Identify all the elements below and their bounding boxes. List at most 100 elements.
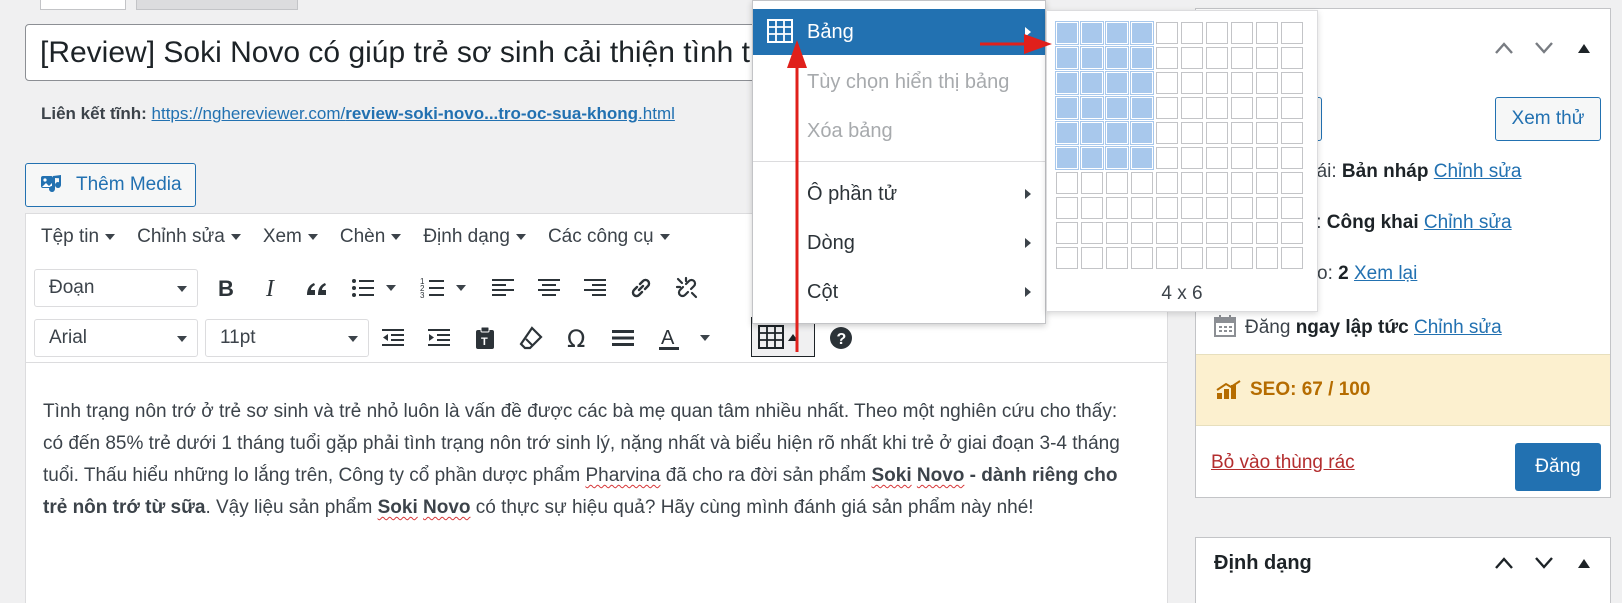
table-size-cell[interactable] [1131,222,1153,244]
permalink-link[interactable]: https://nghereviewer.com/review-soki-nov… [152,104,675,123]
table-size-cell[interactable] [1081,122,1103,144]
table-size-cell[interactable] [1156,147,1178,169]
table-size-cell[interactable] [1206,22,1228,44]
table-size-cell[interactable] [1206,197,1228,219]
table-size-cell[interactable] [1131,22,1153,44]
table-size-cell[interactable] [1156,97,1178,119]
table-size-cell[interactable] [1256,197,1278,219]
table-size-cell[interactable] [1281,22,1303,44]
table-size-cell[interactable] [1281,147,1303,169]
table-size-cell[interactable] [1106,122,1128,144]
table-size-cell[interactable] [1181,97,1203,119]
menu-item-cell[interactable]: Ô phần tử [753,171,1045,217]
tab-visual[interactable] [40,0,126,10]
table-size-cell[interactable] [1081,222,1103,244]
table-size-cell[interactable] [1131,72,1153,94]
menu-item-delete-table[interactable]: Xóa bảng [753,108,1045,154]
horizontal-line-button[interactable] [608,323,638,353]
table-size-cell[interactable] [1181,247,1203,269]
table-size-cell[interactable] [1156,47,1178,69]
menu-item-table-properties[interactable]: Tùy chọn hiển thị bảng [753,59,1045,105]
table-size-cell[interactable] [1106,147,1128,169]
special-character-button[interactable]: Ω [562,323,592,353]
menu-tools[interactable]: Các công cụ [548,226,670,248]
menu-item-column[interactable]: Cột [753,269,1045,315]
bullet-list-dropdown[interactable] [384,273,398,303]
chevron-down-icon[interactable] [1534,41,1554,55]
table-size-cell[interactable] [1231,172,1253,194]
table-size-cell[interactable] [1206,47,1228,69]
preview-button[interactable]: Xem thử [1495,97,1601,141]
table-size-cell[interactable] [1131,172,1153,194]
table-size-cell[interactable] [1131,197,1153,219]
menu-view[interactable]: Xem [263,226,318,248]
table-size-cell[interactable] [1106,222,1128,244]
table-size-cell[interactable] [1106,72,1128,94]
table-size-cell[interactable] [1281,72,1303,94]
table-size-cell[interactable] [1056,97,1078,119]
font-family-select[interactable]: Arial [34,319,198,357]
table-size-cell[interactable] [1281,122,1303,144]
table-size-cell[interactable] [1206,147,1228,169]
table-size-cell[interactable] [1081,72,1103,94]
table-size-cell[interactable] [1131,47,1153,69]
menu-item-row[interactable]: Dòng [753,220,1045,266]
table-size-cell[interactable] [1056,222,1078,244]
menu-insert[interactable]: Chèn [340,226,402,248]
editor-content[interactable]: Tình trạng nôn trớ ở trẻ sơ sinh và trẻ … [43,396,1133,524]
table-size-cell[interactable] [1281,47,1303,69]
table-size-cell[interactable] [1281,172,1303,194]
post-title-field[interactable] [25,24,805,81]
blockquote-button[interactable] [302,273,332,303]
table-size-cell[interactable] [1156,72,1178,94]
table-size-cell[interactable] [1256,72,1278,94]
table-size-cell[interactable] [1106,22,1128,44]
help-button[interactable]: ? [826,323,856,353]
text-color-button[interactable]: A [654,323,684,353]
align-center-button[interactable] [534,273,564,303]
table-size-cell[interactable] [1156,247,1178,269]
table-size-cell[interactable] [1081,47,1103,69]
text-color-dropdown[interactable] [698,323,712,353]
table-size-cell[interactable] [1181,47,1203,69]
table-size-cell[interactable] [1256,47,1278,69]
table-size-cell[interactable] [1081,197,1103,219]
chevron-up-icon[interactable] [1494,556,1514,570]
table-size-cell[interactable] [1256,22,1278,44]
outdent-button[interactable] [378,323,408,353]
table-size-cell[interactable] [1056,22,1078,44]
table-size-cell[interactable] [1206,222,1228,244]
table-size-cell[interactable] [1231,72,1253,94]
table-size-cell[interactable] [1256,97,1278,119]
table-size-cell[interactable] [1056,72,1078,94]
numbered-list-dropdown[interactable] [454,273,468,303]
add-media-button[interactable]: Thêm Media [25,163,196,207]
table-size-cell[interactable] [1231,97,1253,119]
remove-link-button[interactable] [672,273,702,303]
table-size-cell[interactable] [1106,97,1128,119]
table-size-cell[interactable] [1181,72,1203,94]
chevron-down-icon[interactable] [1534,556,1554,570]
clear-formatting-button[interactable] [516,323,546,353]
table-size-cell[interactable] [1156,197,1178,219]
table-size-cell[interactable] [1131,97,1153,119]
table-size-cell[interactable] [1231,22,1253,44]
table-size-cell[interactable] [1056,247,1078,269]
menu-file[interactable]: Tệp tin [41,226,116,248]
table-size-cell[interactable] [1081,97,1103,119]
table-size-cell[interactable] [1206,97,1228,119]
table-size-cell[interactable] [1281,222,1303,244]
table-size-cell[interactable] [1231,47,1253,69]
table-size-cell[interactable] [1231,222,1253,244]
paste-text-button[interactable]: T [470,323,500,353]
paragraph-format-select[interactable]: Đoạn [34,269,198,307]
table-size-cell[interactable] [1256,172,1278,194]
numbered-list-button[interactable]: 123 [418,273,448,303]
table-size-cell[interactable] [1181,222,1203,244]
table-size-cell[interactable] [1081,147,1103,169]
table-size-cell[interactable] [1181,147,1203,169]
table-size-cell[interactable] [1181,197,1203,219]
insert-link-button[interactable] [626,273,656,303]
table-size-cell[interactable] [1056,172,1078,194]
table-size-cell[interactable] [1256,122,1278,144]
